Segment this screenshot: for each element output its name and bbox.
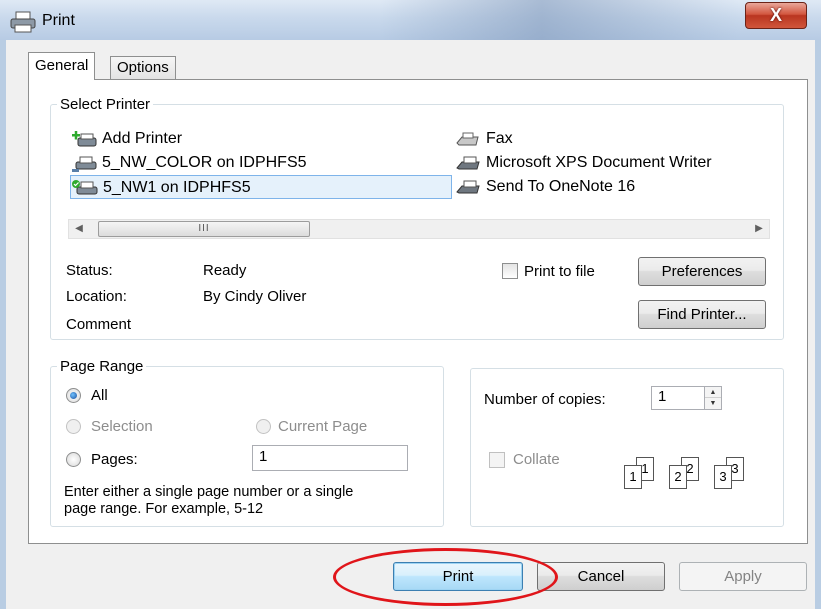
preferences-button[interactable]: Preferences xyxy=(638,257,766,286)
collate-page-front-3: 3 xyxy=(714,465,732,489)
printer-item-xps[interactable]: Microsoft XPS Document Writer xyxy=(454,151,770,175)
add-printer-icon xyxy=(72,131,97,147)
collate-page-front-1: 1 xyxy=(624,465,642,489)
scrollbar-thumb[interactable]: III xyxy=(98,221,310,237)
cancel-button[interactable]: Cancel xyxy=(537,562,665,591)
status-label: Status: xyxy=(66,262,113,279)
copies-spinner[interactable]: ▲ ▼ xyxy=(704,386,722,410)
number-of-copies-label: Number of copies: xyxy=(484,391,606,408)
print-to-file-checkbox[interactable] xyxy=(502,263,518,279)
printer-list[interactable]: Add Printer 5_NW_COLOR on IDPHFS5 5_NW1 … xyxy=(68,125,770,205)
window-title: Print xyxy=(42,12,75,29)
printer-list-scrollbar[interactable]: ◀ III ▶ xyxy=(68,219,770,239)
printer-label: Fax xyxy=(486,130,513,147)
fax-icon xyxy=(456,132,479,146)
all-radio[interactable] xyxy=(66,388,81,403)
printer-label: Microsoft XPS Document Writer xyxy=(486,154,712,171)
printer-icon xyxy=(456,156,480,170)
pages-radio-label[interactable]: Pages: xyxy=(91,451,138,468)
find-printer-button[interactable]: Find Printer... xyxy=(638,300,766,329)
selection-radio-label[interactable]: Selection xyxy=(91,418,153,435)
collate-checkbox[interactable] xyxy=(489,452,505,468)
collate-page-front-2: 2 xyxy=(669,465,687,489)
title-bar-glow xyxy=(380,0,740,40)
close-button[interactable]: X xyxy=(745,2,807,29)
status-value: Ready xyxy=(203,262,247,279)
pages-input[interactable]: 1 xyxy=(252,445,408,471)
pages-radio[interactable] xyxy=(66,452,81,467)
printer-icon xyxy=(456,180,480,194)
selection-radio[interactable] xyxy=(66,419,81,434)
scroll-left-arrow-icon[interactable]: ◀ xyxy=(69,220,89,238)
tab-options[interactable]: Options xyxy=(110,56,176,80)
printer-item-fax[interactable]: Fax xyxy=(454,127,754,151)
spin-down-arrow-icon[interactable]: ▼ xyxy=(705,398,721,409)
printer-label: Add Printer xyxy=(102,130,183,147)
printer-label: 5_NW_COLOR on IDPHFS5 xyxy=(102,154,307,171)
default-network-printer-icon xyxy=(72,180,98,195)
copies-input[interactable]: 1 xyxy=(651,386,705,410)
current-page-radio-label[interactable]: Current Page xyxy=(278,418,367,435)
printer-label: Send To OneNote 16 xyxy=(486,178,636,195)
location-value: By Cindy Oliver xyxy=(203,288,307,305)
printer-item-add-printer[interactable]: Add Printer xyxy=(70,127,370,151)
apply-button[interactable]: Apply xyxy=(679,562,807,591)
network-printer-icon xyxy=(72,156,97,172)
all-radio-label[interactable]: All xyxy=(91,387,108,404)
collate-label[interactable]: Collate xyxy=(513,451,560,468)
collate-illustration: 1 1 2 2 3 3 xyxy=(620,455,760,495)
page-range-help-line1: Enter either a single page number or a s… xyxy=(64,484,354,500)
comment-label: Comment xyxy=(66,316,132,333)
tab-general[interactable]: General xyxy=(28,52,96,80)
page-range-help-line2: page range. For example, 5-12 xyxy=(64,501,264,517)
select-printer-legend: Select Printer xyxy=(60,96,151,113)
current-page-radio[interactable] xyxy=(256,419,271,434)
printer-label: 5_NW1 on IDPHFS5 xyxy=(103,179,251,196)
spin-up-arrow-icon[interactable]: ▲ xyxy=(705,387,721,398)
scroll-right-arrow-icon[interactable]: ▶ xyxy=(749,220,769,238)
printer-icon xyxy=(10,11,36,33)
printer-item-5-nw-color[interactable]: 5_NW_COLOR on IDPHFS5 xyxy=(70,151,370,175)
title-bar[interactable]: Print X xyxy=(0,0,821,40)
printer-item-onenote[interactable]: Send To OneNote 16 xyxy=(454,175,754,199)
print-button[interactable]: Print xyxy=(393,562,523,591)
printer-item-5-nw1[interactable]: 5_NW1 on IDPHFS5 xyxy=(70,175,452,199)
print-to-file-label[interactable]: Print to file xyxy=(524,263,595,280)
location-label: Location: xyxy=(66,288,127,305)
page-range-legend: Page Range xyxy=(60,358,144,375)
